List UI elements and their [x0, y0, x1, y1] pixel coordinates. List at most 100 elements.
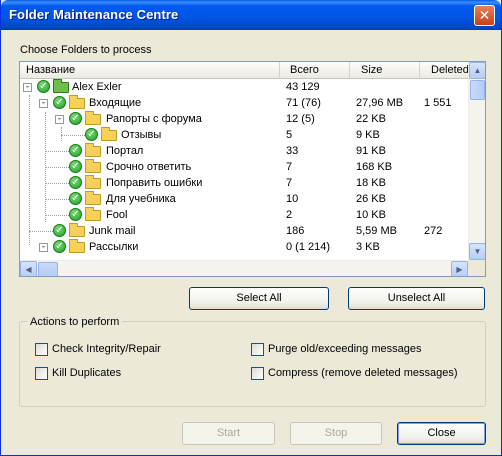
choose-folders-label: Choose Folders to process	[20, 44, 152, 56]
tree-row[interactable]: ✓ Для учебника 10 26 KB	[20, 191, 468, 207]
folder-size: 10 KB	[356, 209, 386, 221]
select-all-button[interactable]: Select All	[189, 287, 329, 310]
checkbox[interactable]	[251, 342, 264, 356]
folder-size: 3 KB	[356, 241, 380, 253]
close-button[interactable]: Close	[397, 422, 486, 445]
column-name-header[interactable]: Название	[20, 62, 280, 79]
folder-name: Для учебника	[106, 193, 176, 205]
collapse-toggle[interactable]: -	[23, 83, 32, 92]
folder-checkbox[interactable]: ✓	[53, 96, 66, 109]
unselect-all-button[interactable]: Unselect All	[348, 287, 485, 310]
actions-groupbox	[19, 321, 486, 407]
column-size-header[interactable]: Size	[350, 62, 420, 79]
folder-checkbox[interactable]: ✓	[69, 208, 82, 221]
window-title: Folder Maintenance Centre	[9, 7, 179, 22]
compress-label: Compress (remove deleted messages)	[268, 367, 458, 380]
tree-row[interactable]: ✓ Junk mail 186 5,59 MB 272	[20, 223, 468, 239]
check-integrity-label: Check Integrity/Repair	[52, 343, 161, 356]
inbox-icon	[69, 95, 85, 109]
tree-row[interactable]: ✓ Срочно ответить 7 168 KB	[20, 159, 468, 175]
actions-title: Actions to perform	[27, 316, 123, 328]
tree-row[interactable]: - ✓ Alex Exler 43 129	[20, 79, 468, 95]
tree-row[interactable]: ✓ Fool 2 10 KB	[20, 207, 468, 223]
title-bar[interactable]: Folder Maintenance Centre ✕	[1, 0, 501, 30]
folder-checkbox[interactable]: ✓	[53, 224, 66, 237]
tree-header: Название Всего Size Deleted	[20, 62, 469, 79]
purge-old-label: Purge old/exceeding messages	[268, 343, 422, 356]
folder-size: 27,96 MB	[356, 97, 404, 109]
tree-line	[29, 231, 53, 232]
vertical-scrollbar[interactable]: ▲ ▼	[468, 62, 485, 260]
folder-size: 22 KB	[356, 113, 386, 125]
scroll-right-icon[interactable]: ▶	[451, 261, 468, 276]
horizontal-scrollbar[interactable]: ◀ ▶	[20, 260, 468, 276]
scroll-left-icon[interactable]: ◀	[20, 261, 37, 276]
folder-total: 186	[286, 225, 305, 237]
folder-icon	[69, 223, 85, 237]
checkbox[interactable]	[35, 366, 48, 380]
folder-icon	[85, 191, 101, 205]
folder-checkbox[interactable]: ✓	[69, 192, 82, 205]
folder-deleted: 272	[424, 225, 443, 237]
checkbox[interactable]	[251, 366, 264, 380]
collapse-toggle[interactable]: -	[39, 99, 48, 108]
check-integrity-option[interactable]: Check Integrity/Repair	[35, 342, 161, 358]
folder-total: 7	[286, 177, 293, 189]
folder-total: 71 (76)	[286, 97, 321, 109]
tree-row[interactable]: - ✓ Входящие 71 (76) 27,96 MB 1 551	[20, 95, 468, 111]
folder-icon	[85, 111, 101, 125]
column-deleted-header[interactable]: Deleted	[420, 62, 469, 79]
collapse-toggle[interactable]: -	[39, 243, 48, 252]
folder-checkbox[interactable]: ✓	[69, 144, 82, 157]
scroll-corner	[468, 260, 485, 276]
folder-icon	[85, 159, 101, 173]
folder-icon	[85, 143, 101, 157]
tree-row[interactable]: - ✓ Рассылки 0 (1 214) 3 KB	[20, 239, 468, 255]
vertical-scroll-thumb[interactable]	[470, 80, 485, 100]
folder-checkbox[interactable]: ✓	[69, 176, 82, 189]
tree-row[interactable]: - ✓ Рапорты с форума 12 (5) 22 KB	[20, 111, 468, 127]
folder-name: Поправить ошибки	[106, 177, 203, 189]
start-button[interactable]: Start	[182, 422, 275, 445]
tree-line	[45, 167, 69, 168]
folder-total: 5	[286, 129, 293, 141]
tree-line	[45, 183, 69, 184]
column-total-header[interactable]: Всего	[280, 62, 350, 79]
account-icon	[53, 79, 69, 93]
folder-deleted: 1 551	[424, 97, 452, 109]
purge-old-option[interactable]: Purge old/exceeding messages	[251, 342, 421, 358]
collapse-toggle[interactable]: -	[55, 115, 64, 124]
folder-size: 26 KB	[356, 193, 386, 205]
scroll-down-icon[interactable]: ▼	[469, 243, 485, 260]
folder-checkbox[interactable]: ✓	[37, 80, 50, 93]
tree-line	[45, 215, 69, 216]
horizontal-scroll-thumb[interactable]	[38, 262, 58, 276]
tree-line	[61, 135, 85, 136]
folder-checkbox[interactable]: ✓	[69, 112, 82, 125]
folder-checkbox[interactable]: ✓	[53, 240, 66, 253]
kill-duplicates-option[interactable]: Kill Duplicates	[35, 366, 121, 382]
tree-row[interactable]: ✓ Отзывы 5 9 KB	[20, 127, 468, 143]
folder-tree[interactable]: Название Всего Size Deleted - ✓ Alex Exl…	[19, 61, 486, 277]
folder-name: Входящие	[89, 97, 142, 109]
folder-checkbox[interactable]: ✓	[85, 128, 98, 141]
folder-maintenance-window: Folder Maintenance Centre ✕ Choose Folde…	[0, 0, 502, 456]
folder-icon	[69, 239, 85, 253]
folder-icon	[85, 175, 101, 189]
compress-option[interactable]: Compress (remove deleted messages)	[251, 366, 458, 382]
folder-size: 91 KB	[356, 145, 386, 157]
scroll-up-icon[interactable]: ▲	[469, 62, 485, 79]
folder-icon	[101, 127, 117, 141]
folder-size: 168 KB	[356, 161, 393, 173]
folder-name: Fool	[106, 209, 128, 221]
stop-button[interactable]: Stop	[290, 422, 382, 445]
tree-line	[45, 199, 69, 200]
checkbox[interactable]	[35, 342, 48, 356]
close-window-button[interactable]: ✕	[474, 5, 495, 26]
folder-name: Junk mail	[89, 225, 136, 237]
folder-checkbox[interactable]: ✓	[69, 160, 82, 173]
folder-name: Портал	[106, 145, 144, 157]
tree-row[interactable]: ✓ Портал 33 91 KB	[20, 143, 468, 159]
folder-icon	[85, 207, 101, 221]
tree-row[interactable]: ✓ Поправить ошибки 7 18 KB	[20, 175, 468, 191]
